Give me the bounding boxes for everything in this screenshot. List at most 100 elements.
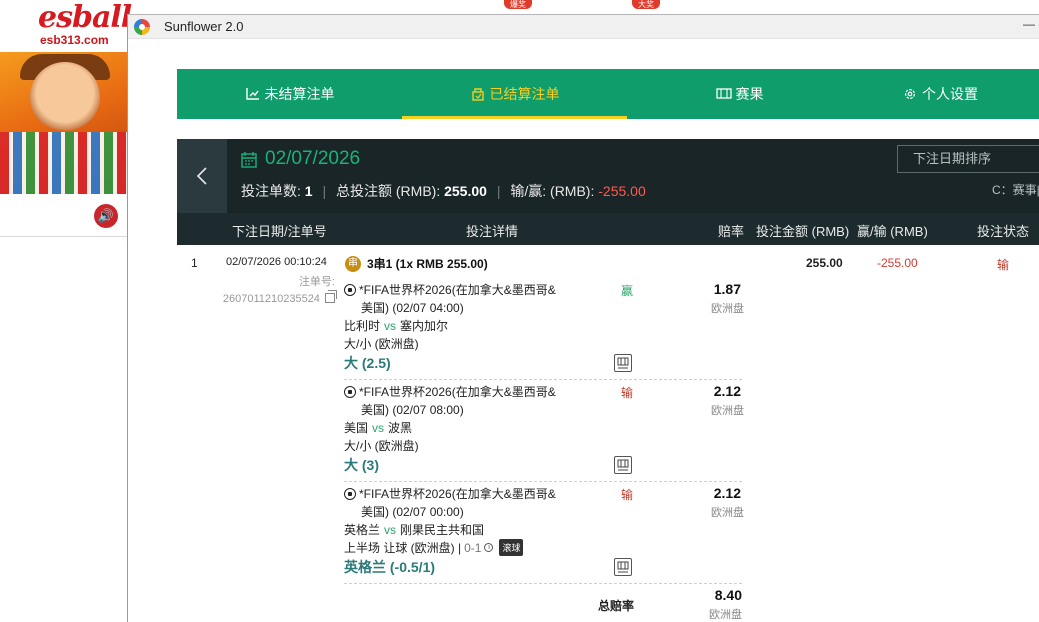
ticket-number: 注单号: 2607011210235524 bbox=[210, 274, 337, 308]
league-name: *FIFA世界杯2026(在加拿大&墨西哥& bbox=[359, 385, 556, 399]
combo-text: 3串1 (1x RMB 255.00) bbox=[367, 257, 488, 271]
sort-dropdown[interactable]: 下注日期排序 bbox=[897, 145, 1039, 173]
winloss-label: 输/赢: (RMB): bbox=[510, 183, 595, 199]
vs-label: vs bbox=[384, 523, 397, 537]
tab-label: 已结算注单 bbox=[489, 86, 560, 102]
league-time: 美国) (02/07 08:00) bbox=[361, 403, 464, 417]
total-stake: 255.00 bbox=[444, 183, 487, 199]
soccer-ball-icon bbox=[344, 283, 356, 296]
away-team: 刚果民主共和国 bbox=[400, 523, 485, 537]
pitch-icon bbox=[617, 459, 629, 471]
league-line: *FIFA世界杯2026(在加拿大&墨西哥& bbox=[344, 383, 556, 400]
winloss-total: -255.00 bbox=[598, 183, 646, 199]
esball-url: esb313.com bbox=[40, 33, 109, 47]
leg-odds-type: 欧洲盘 bbox=[711, 303, 744, 315]
leg-result: 输 bbox=[621, 386, 634, 400]
back-button[interactable] bbox=[177, 139, 227, 213]
background-website: esball- esb313.com 🔊 bbox=[0, 0, 144, 622]
leg-odds: 2.12 bbox=[713, 485, 741, 501]
home-team: 美国 bbox=[344, 421, 369, 435]
bet-stake: 255.00 bbox=[806, 256, 843, 270]
away-team: 塞内加尔 bbox=[400, 319, 449, 333]
leg-result: 赢 bbox=[621, 284, 634, 298]
bet-status: 输 bbox=[997, 258, 1010, 272]
event-note: C：赛事| bbox=[992, 183, 1039, 197]
separator: | bbox=[496, 183, 501, 199]
speaker-icon[interactable]: 🔊 bbox=[94, 204, 118, 228]
settled-icon bbox=[471, 88, 484, 101]
hot-tag-badge: 爆奖 bbox=[504, 0, 532, 9]
summary-date: 02/07/2026 bbox=[241, 148, 360, 170]
summary-stats: 投注单数: 1 | 总投注额 (RMB): 255.00 | 输/赢: (RMB… bbox=[241, 181, 646, 201]
minimize-button[interactable]: — bbox=[1022, 17, 1036, 31]
vs-label: vs bbox=[372, 421, 385, 435]
total-stake-label: 总投注额 (RMB): bbox=[336, 183, 441, 199]
home-team: 英格兰 bbox=[344, 523, 381, 537]
tab-unsettled-bets[interactable]: 未结算注单 bbox=[177, 69, 402, 119]
jackpot-tag-badge: 大奖 bbox=[632, 0, 660, 9]
bet-winloss: -255.00 bbox=[877, 256, 918, 270]
table-header: 下注日期/注单号 投注详情 赔率 投注金额 (RMB) 赢/输 (RMB) 投注… bbox=[177, 213, 1039, 245]
tab-settled-bets[interactable]: 已结算注单 bbox=[402, 69, 627, 119]
total-odds-type: 欧洲盘 bbox=[709, 609, 742, 621]
title-bar[interactable]: Sunflower 2.0 — bbox=[128, 15, 1039, 39]
match-teams: 英格兰 vs 刚果民主共和国 bbox=[344, 521, 484, 538]
combo-badge: 串 bbox=[345, 255, 361, 272]
main-nav: 未结算注单 已结算注单 赛果 个人设置 bbox=[177, 69, 1039, 119]
bet-leg: *FIFA世界杯2026(在加拿大&墨西哥& 美国) (02/07 04:00)… bbox=[344, 281, 744, 380]
leg-divider bbox=[344, 583, 742, 584]
header-details: 投注详情 bbox=[466, 224, 519, 239]
match-teams: 美国 vs 波黑 bbox=[344, 419, 412, 436]
header-status: 投注状态 bbox=[977, 224, 1030, 239]
tab-results[interactable]: 赛果 bbox=[627, 69, 852, 119]
calendar-icon bbox=[241, 151, 257, 168]
away-team: 波黑 bbox=[388, 421, 413, 435]
market-type: 上半场 让球 (欧洲盘) | 0-1 i 滚球 bbox=[344, 539, 524, 556]
ticket-value: 2607011210235524 bbox=[222, 293, 320, 305]
soccer-ball-icon bbox=[344, 385, 356, 398]
window-title: Sunflower 2.0 bbox=[164, 19, 244, 34]
ticket-label: 注单号: bbox=[298, 276, 335, 288]
pitch-icon bbox=[617, 357, 629, 369]
league-line: *FIFA世界杯2026(在加拿大&墨西哥& bbox=[344, 281, 556, 298]
bet-pick: 大 (2.5) bbox=[344, 355, 391, 371]
match-stats-button[interactable] bbox=[614, 456, 632, 474]
leg-odds: 2.12 bbox=[713, 383, 741, 399]
bet-datetime: 02/07/2026 00:10:24 bbox=[226, 256, 327, 268]
league-line: *FIFA世界杯2026(在加拿大&墨西哥& bbox=[344, 485, 556, 502]
bet-pick: 大 (3) bbox=[344, 457, 379, 473]
mascot-face bbox=[30, 62, 100, 132]
total-odds: 8.40 bbox=[714, 587, 742, 603]
match-stats-button[interactable] bbox=[614, 558, 632, 576]
tab-label: 赛果 bbox=[735, 86, 764, 102]
league-name: *FIFA世界杯2026(在加拿大&墨西哥& bbox=[359, 487, 556, 501]
header-winloss: 赢/输 (RMB) bbox=[857, 224, 928, 239]
sunflower-app-icon bbox=[134, 19, 150, 35]
unsettled-icon bbox=[245, 88, 259, 100]
bet-pick: 英格兰 (-0.5/1) bbox=[344, 559, 436, 575]
bet-leg: *FIFA世界杯2026(在加拿大&墨西哥& 美国) (02/07 00:00)… bbox=[344, 485, 744, 584]
gear-icon bbox=[905, 89, 915, 99]
league-time: 美国) (02/07 04:00) bbox=[361, 301, 464, 315]
league-name: *FIFA世界杯2026(在加拿大&墨西哥& bbox=[359, 283, 556, 297]
pitch-icon bbox=[617, 561, 629, 573]
leg-divider bbox=[344, 481, 742, 482]
leg-odds: 1.87 bbox=[713, 281, 741, 297]
vs-label: vs bbox=[384, 319, 397, 333]
match-teams: 比利时 vs 塞内加尔 bbox=[344, 317, 448, 334]
live-betting-tag: 滚球 bbox=[499, 539, 524, 556]
match-stats-button[interactable] bbox=[614, 354, 632, 372]
live-score: 0-1 bbox=[464, 540, 482, 555]
bet-count: 1 bbox=[304, 183, 313, 199]
combo-bet-type: 串 3串1 (1x RMB 255.00) bbox=[345, 255, 488, 272]
market-type: 大/小 (欧洲盘) bbox=[344, 439, 419, 453]
tab-personal-settings[interactable]: 个人设置 bbox=[852, 69, 1039, 119]
promo-banner[interactable] bbox=[0, 52, 127, 194]
separator: | bbox=[322, 183, 327, 199]
info-icon[interactable]: i bbox=[484, 543, 494, 552]
copy-icon[interactable] bbox=[325, 290, 337, 303]
soccer-ball-icon bbox=[344, 487, 356, 500]
date-text: 02/07/2026 bbox=[265, 148, 361, 169]
header-stake: 投注金额 (RMB) bbox=[756, 224, 850, 239]
total-odds-label: 总赔率 bbox=[598, 599, 635, 613]
